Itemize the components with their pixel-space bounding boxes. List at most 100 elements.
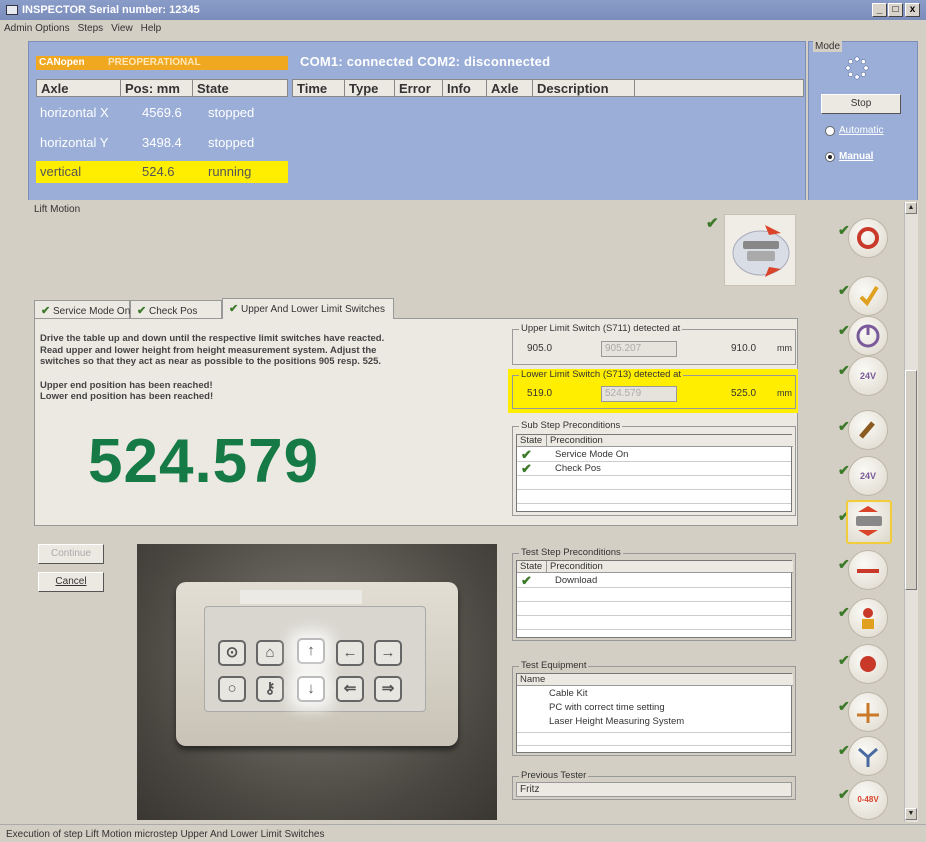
key-home-icon: ⌂ <box>256 640 284 666</box>
manual-radio[interactable] <box>825 152 835 162</box>
step-power-icon[interactable] <box>848 316 888 356</box>
upper-limit-label: Upper Limit Switch (S711) detected at <box>519 323 683 334</box>
minimize-button[interactable]: _ <box>872 3 887 17</box>
cancel-button[interactable]: Cancel <box>38 572 104 592</box>
col-name: Name <box>517 674 793 686</box>
header-info: Info <box>443 80 487 97</box>
step-tool-icon[interactable] <box>848 410 888 450</box>
table-row-empty <box>517 588 791 602</box>
col-state: State <box>517 435 547 447</box>
tab-check-pos[interactable]: ✔ Check Pos <box>130 300 222 319</box>
step-instructions: Drive the table up and down until the re… <box>40 333 400 403</box>
scrollbar-thumb[interactable] <box>905 370 917 590</box>
tab-label: Upper And Lower Limit Switches <box>241 304 385 315</box>
precondition-name: Download <box>555 575 598 586</box>
app-icon <box>6 5 18 15</box>
mode-panel: Mode Stop Automatic Manual <box>808 41 918 203</box>
header-pos: Pos: mm <box>121 80 193 97</box>
key-right-icon: → <box>374 640 402 666</box>
key-up-icon: ↑ <box>297 638 325 664</box>
step-branch-icon[interactable] <box>848 736 888 776</box>
step-person-icon[interactable] <box>848 598 888 638</box>
table-row: ✔ Download <box>517 573 791 588</box>
step-voltage-range-icon[interactable]: 0-48V <box>848 780 888 820</box>
instruction-text: Drive the table up and down until the re… <box>40 333 385 367</box>
step-connector-icon[interactable] <box>848 692 888 732</box>
col-precondition: Precondition <box>547 561 793 573</box>
test-equipment-label: Test Equipment <box>519 660 589 671</box>
maximize-button[interactable]: □ <box>888 3 903 17</box>
check-icon: ✔ <box>521 461 532 476</box>
step-check-icon[interactable] <box>848 276 888 316</box>
step-lift-motion-icon[interactable] <box>846 500 892 544</box>
precondition-name: Service Mode On <box>555 449 629 460</box>
step-24v-second-icon[interactable]: 24V <box>848 456 888 496</box>
busy-spinner-icon <box>845 56 869 80</box>
key-forward-icon: ⇒ <box>374 676 402 702</box>
header-error: Error <box>395 80 443 97</box>
status-text: Execution of step Lift Motion microstep … <box>6 829 325 840</box>
axis-state: stopped <box>208 105 255 120</box>
scroll-up-button[interactable]: ▲ <box>905 202 917 214</box>
equipment-name: Cable Kit <box>549 688 588 699</box>
step-press-icon[interactable] <box>848 644 888 684</box>
lower-value-field: 524.579 <box>601 386 677 402</box>
header-description: Description <box>533 80 635 97</box>
table-row: ✔ Check Pos <box>517 461 791 476</box>
header-state: State <box>197 81 229 96</box>
menu-bar: Admin Options Steps View Help <box>0 20 926 37</box>
axis-name: vertical <box>40 164 82 179</box>
com-status: COM1: connected COM2: disconnected <box>300 54 551 69</box>
table-row-empty <box>517 490 791 504</box>
stop-button[interactable]: Stop <box>821 94 901 114</box>
scroll-down-button[interactable]: ▼ <box>905 808 917 820</box>
header-axle-error: Axle <box>487 80 533 97</box>
device-label-plate <box>240 590 362 604</box>
step-rotation-icon[interactable] <box>848 218 888 258</box>
precondition-name: Check Pos <box>555 463 601 474</box>
table-row-empty <box>517 476 791 490</box>
automatic-label[interactable]: Automatic <box>839 125 883 136</box>
continue-button[interactable]: Continue <box>38 544 104 564</box>
axis-pos: 3498.4 <box>142 135 182 150</box>
key-left-icon: ← <box>336 640 364 666</box>
axis-row[interactable]: horizontal Y 3498.4 stopped <box>36 132 288 154</box>
menu-admin-options[interactable]: Admin Options <box>0 20 74 34</box>
tab-service-mode-on[interactable]: ✔ Service Mode On <box>34 300 130 319</box>
check-icon: ✔ <box>229 303 239 315</box>
lower-limit-label: Lower Limit Switch (S713) detected at <box>519 369 683 380</box>
step-move-icon[interactable] <box>848 550 888 590</box>
manual-label[interactable]: Manual <box>839 151 873 162</box>
check-icon: ✔ <box>41 305 51 317</box>
test-preconditions-table: State Precondition ✔ Download <box>516 560 793 638</box>
axis-row[interactable]: horizontal X 4569.6 stopped <box>36 102 288 124</box>
upper-max: 910.0 <box>731 343 757 354</box>
menu-help[interactable]: Help <box>137 20 166 34</box>
automatic-radio[interactable] <box>825 126 835 136</box>
step-area <box>28 200 806 295</box>
lower-limit-group: Lower Limit Switch (S713) detected at 51… <box>512 369 796 409</box>
upper-limit-group: Upper Limit Switch (S711) detected at 90… <box>512 323 796 365</box>
canopen-status: CANopen PREOPERATIONAL <box>36 56 288 70</box>
status-bar: Execution of step Lift Motion microstep … <box>0 824 926 842</box>
table-row: ✔ Service Mode On <box>517 447 791 462</box>
axis-name: horizontal Y <box>40 135 109 150</box>
step-24v-icon[interactable]: 24V <box>848 356 888 396</box>
key-service-icon: ⊙ <box>218 640 246 666</box>
title-bar: INSPECTOR Serial number: 12345 _ □ x <box>0 0 926 20</box>
close-button[interactable]: x <box>905 3 920 17</box>
axis-row-selected[interactable]: vertical 524.6 running <box>36 161 288 183</box>
lower-reached-message: Lower end position has been reached! <box>40 391 214 402</box>
table-row-empty <box>517 732 791 746</box>
menu-steps[interactable]: Steps <box>74 20 108 34</box>
tab-upper-lower-limit-switches[interactable]: ✔ Upper And Lower Limit Switches <box>222 298 394 319</box>
menu-view[interactable]: View <box>107 20 137 34</box>
lower-unit: mm <box>777 388 792 398</box>
key-reset-icon: ○ <box>218 676 246 702</box>
header-axle: Axle <box>37 80 121 97</box>
step-title: Lift Motion <box>34 204 81 215</box>
check-icon: ✔ <box>521 573 532 588</box>
check-icon: ✔ <box>137 305 147 317</box>
mode-label: Mode <box>813 41 843 52</box>
header-time: Time <box>293 80 345 97</box>
